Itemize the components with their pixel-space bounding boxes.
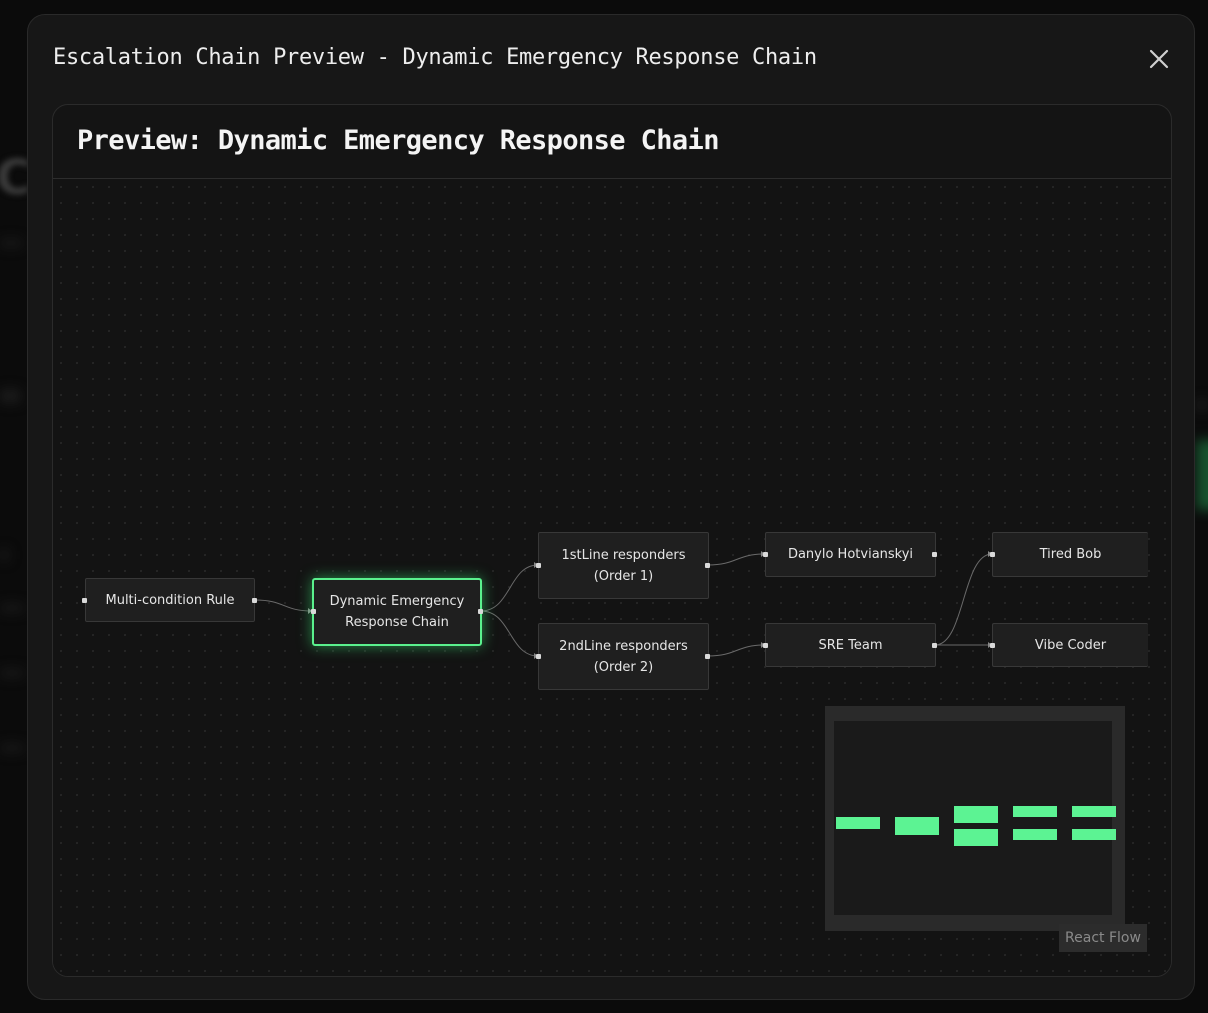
- background-blur: [0, 550, 8, 560]
- source-handle[interactable]: [252, 598, 257, 603]
- escalation-chain-preview-modal: Escalation Chain Preview - Dynamic Emerg…: [27, 14, 1195, 1000]
- target-handle[interactable]: [536, 563, 541, 568]
- preview-title: Preview: Dynamic Emergency Response Chai…: [77, 125, 719, 156]
- edge-sre-to-tired-bob: [934, 553, 993, 646]
- modal-title: Escalation Chain Preview - Dynamic Emerg…: [53, 45, 817, 70]
- background-accent: [1196, 440, 1208, 510]
- background-blur: [0, 745, 24, 751]
- node-2ndline-responders[interactable]: 2ndLine responders (Order 2): [538, 623, 709, 690]
- node-tired-bob[interactable]: Tired Bob: [992, 532, 1148, 577]
- background-blur: [0, 605, 24, 611]
- node-label: 1stLine responders (Order 1): [561, 547, 686, 584]
- source-handle[interactable]: [932, 643, 937, 648]
- target-handle[interactable]: [990, 643, 995, 648]
- node-danylo-hotvianskyi[interactable]: Danylo Hotvianskyi: [765, 532, 936, 577]
- target-handle[interactable]: [990, 552, 995, 557]
- background-blur: [0, 390, 20, 402]
- minimap-node: [1013, 829, 1057, 840]
- target-handle[interactable]: [763, 643, 768, 648]
- edge-chain-to-second-line: [480, 610, 539, 657]
- node-multi-condition-rule[interactable]: Multi-condition Rule: [85, 578, 255, 622]
- node-label: Dynamic Emergency Response Chain: [329, 594, 465, 630]
- close-icon: [1149, 49, 1169, 69]
- source-handle[interactable]: [82, 598, 87, 603]
- node-vibe-coder[interactable]: Vibe Coder: [992, 623, 1148, 667]
- target-handle[interactable]: [311, 609, 316, 614]
- minimap-node: [1072, 806, 1116, 817]
- source-handle[interactable]: [932, 552, 937, 557]
- node-sre-team[interactable]: SRE Team: [765, 623, 936, 667]
- flow-canvas[interactable]: Multi-condition Rule Dynamic Emergency R…: [53, 179, 1171, 976]
- edge-second-line-to-sre: [707, 644, 766, 657]
- node-dynamic-emergency-response-chain[interactable]: Dynamic Emergency Response Chain: [312, 578, 482, 646]
- minimap-node: [954, 806, 998, 823]
- react-flow-attribution[interactable]: React Flow: [1059, 924, 1147, 952]
- node-label: 2ndLine responders (Order 2): [559, 638, 688, 675]
- node-label: Vibe Coder: [1034, 637, 1107, 653]
- edge-first-line-to-danylo: [707, 553, 766, 566]
- source-handle[interactable]: [478, 609, 483, 614]
- edge-rule-to-chain: [254, 599, 313, 612]
- node-label: Multi-condition Rule: [105, 592, 235, 608]
- minimap-node: [1013, 806, 1057, 817]
- preview-card: Preview: Dynamic Emergency Response Chai…: [52, 104, 1172, 977]
- minimap[interactable]: [825, 706, 1125, 931]
- node-label: SRE Team: [818, 637, 883, 653]
- node-label: Danylo Hotvianskyi: [787, 547, 914, 562]
- background-blur: [0, 670, 24, 676]
- minimap-node: [895, 817, 939, 835]
- target-handle[interactable]: [763, 552, 768, 557]
- minimap-node: [1072, 829, 1116, 840]
- close-button[interactable]: [1144, 44, 1174, 74]
- source-handle[interactable]: [705, 563, 710, 568]
- node-1stline-responders[interactable]: 1stLine responders (Order 1): [538, 532, 709, 599]
- source-handle[interactable]: [705, 654, 710, 659]
- minimap-node: [836, 817, 880, 829]
- edge-chain-to-first-line: [480, 564, 539, 612]
- background-blur: [0, 240, 22, 246]
- node-label: Tired Bob: [1039, 547, 1102, 562]
- background-blur: [1196, 400, 1208, 410]
- target-handle[interactable]: [536, 654, 541, 659]
- minimap-node: [954, 829, 998, 846]
